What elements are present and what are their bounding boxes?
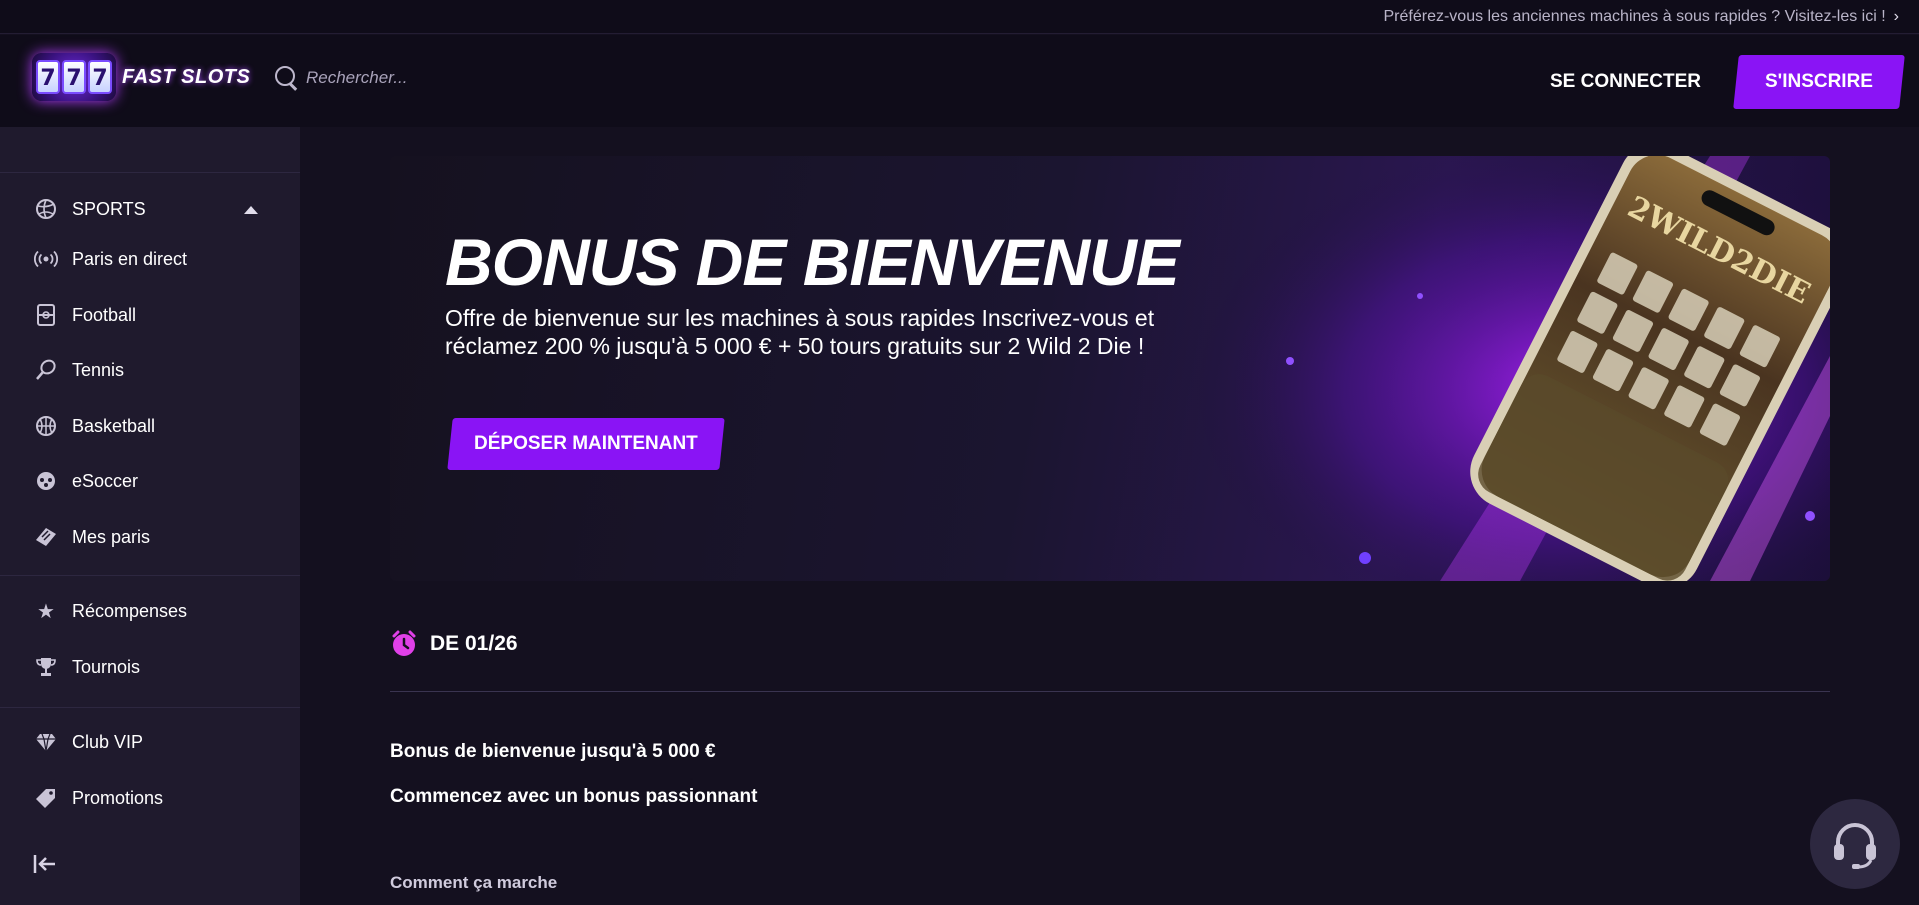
sidebar-item-tennis[interactable]: Tennis [34,358,124,382]
deposit-label: DÉPOSER MAINTENANT [474,433,698,454]
header: 7 7 7 FAST SLOTS SE CONNECTER S'INSCRIRE [0,35,1919,127]
headset-icon [1834,823,1876,869]
sidebar-item-label: SPORTS [72,198,146,219]
ticket-icon [34,525,58,549]
sidebar-divider [0,172,300,173]
logo-digit: 7 [62,60,86,94]
sidebar-item-label: Basketball [72,415,156,436]
signup-label: S'INSCRIRE [1765,71,1873,92]
banner-title: BONUS DE BIENVENUE [445,225,1180,299]
promo-headline: Bonus de bienvenue jusqu'à 5 000 € [390,741,716,762]
logo-digit: 7 [36,60,60,94]
sidebar-divider [0,707,300,708]
banner-description: Offre de bienvenue sur les machines à so… [445,305,1155,359]
sidebar-item-football[interactable]: Football [34,303,136,327]
sidebar-item-sports[interactable]: SPORTS [34,197,146,221]
sidebar-item-tournaments[interactable]: Tournois [34,655,140,679]
promo-subheadline: Commencez avec un bonus passionnant [390,786,758,807]
sidebar-item-label: Club VIP [72,731,144,752]
sidebar-item-label: Promotions [72,787,164,808]
deposit-now-button[interactable]: DÉPOSER MAINTENANT [447,418,725,470]
diamond-icon [34,730,58,754]
sidebar-item-label: Mes paris [72,526,151,547]
sidebar: SPORTS Paris en direct Football Tennis B… [0,127,300,905]
signup-button[interactable]: S'INSCRIRE [1733,55,1905,109]
sidebar-item-promotions[interactable]: Promotions [34,786,163,810]
collapse-sidebar-icon[interactable] [32,852,58,882]
sidebar-divider [0,575,300,576]
logo-text: FAST SLOTS [122,65,251,88]
logo[interactable]: 7 7 7 FAST SLOTS [32,53,250,101]
chevron-right-icon: › [1893,7,1899,25]
star-icon: ★ [37,599,55,623]
sidebar-item-vip[interactable]: Club VIP [34,730,143,754]
sidebar-item-my-bets[interactable]: Mes paris [34,525,150,549]
legacy-site-banner[interactable]: Préférez-vous les anciennes machines à s… [0,0,1919,34]
search-input[interactable] [306,68,606,88]
gamepad-icon [34,469,58,493]
promo-date-row: DE 01/26 [390,630,518,658]
sidebar-item-rewards[interactable]: ★ Récompenses [34,599,187,623]
tag-icon [34,786,58,810]
sidebar-item-label: eSoccer [72,470,139,491]
trophy-icon [34,655,58,679]
volleyball-icon [34,197,58,221]
sidebar-item-live[interactable]: Paris en direct [34,247,187,271]
phone-slot-illustration: 2WILD2DIE [1190,156,1830,581]
section-divider [390,691,1830,692]
search-icon[interactable] [274,65,300,91]
sidebar-item-label: Football [72,304,137,325]
search-bar[interactable] [274,65,606,91]
sidebar-item-label: Tournois [72,656,141,677]
welcome-bonus-banner: 2WILD2DIE BONUS DE BIENVENUE Offre de bi… [390,156,1830,581]
basketball-icon [34,414,58,438]
support-chat-button[interactable] [1810,799,1900,889]
sidebar-item-label: Paris en direct [72,248,188,269]
sidebar-item-basketball[interactable]: Basketball [34,414,155,438]
live-broadcast-icon [34,247,58,271]
logo-badge: 7 7 7 [32,53,116,101]
logo-digit: 7 [88,60,112,94]
sidebar-item-esoccer[interactable]: eSoccer [34,469,138,493]
sidebar-item-label: Récompenses [72,600,188,621]
login-button[interactable]: SE CONNECTER [1550,64,1701,100]
alarm-clock-icon [392,630,416,656]
promo-date: DE 01/26 [430,632,518,655]
caret-up-icon[interactable] [244,206,258,214]
legacy-site-link[interactable]: Préférez-vous les anciennes machines à s… [1384,8,1886,26]
sidebar-item-label: Tennis [72,359,125,380]
football-pitch-icon [34,303,58,327]
how-it-works-heading: Comment ça marche [390,873,558,892]
tennis-racket-icon [34,358,58,382]
